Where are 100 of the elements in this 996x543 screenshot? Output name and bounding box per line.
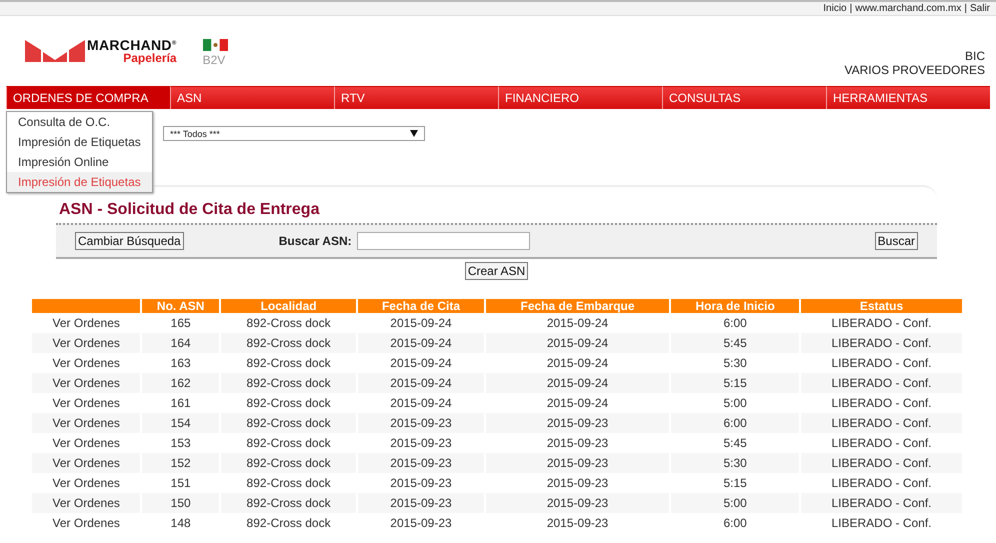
table-cell-text: 892-Cross dock [246,315,332,332]
table-cell-text: 165 [170,315,192,332]
table-cell: LIBERADO - Conf. [800,493,962,513]
nav-tab[interactable]: ORDENES DE COMPRA [6,86,170,109]
table-cell-text: 2015-09-23 [546,435,610,452]
account-name: BIC [964,49,985,63]
view-orders-link[interactable]: Ver Ordenes [32,313,140,333]
table-cell: 5:15 [671,373,799,393]
provider-select[interactable]: *** Todos *** [163,126,425,141]
account-name: VARIOS PROVEEDORES [844,63,985,77]
table-cell-text: LIBERADO - Conf. [830,355,932,372]
system-label: B2V [202,53,226,67]
view-orders-link[interactable]: Ver Ordenes [32,513,140,533]
table-cell-text: 2015-09-23 [389,435,453,452]
table-cell-text: 2015-09-23 [389,515,453,532]
table-cell-text: LIBERADO - Conf. [830,315,932,332]
table-header: Fecha de Cita [358,299,484,313]
view-orders-link[interactable]: Ver Ordenes [32,413,140,433]
table-cell: 5:30 [671,453,799,473]
table-cell-text: 148 [170,515,192,532]
search-label: Buscar ASN: [278,234,352,248]
table-cell: LIBERADO - Conf. [800,413,962,433]
table-cell: 892-Cross dock [220,493,356,513]
menu-item[interactable]: Consulta de O.C. [7,112,152,132]
table-cell-text: 5:15 [722,475,748,492]
table-header: Hora de Inicio [671,299,799,313]
nav-tab[interactable]: ASN [170,86,334,109]
table-cell-text: 2015-09-24 [546,315,610,332]
view-orders-link[interactable]: Ver Ordenes [32,433,140,453]
table-cell: 892-Cross dock [220,453,356,473]
nav-tab[interactable]: CONSULTAS [662,86,826,109]
table-cell: 150 [142,493,219,513]
caret-icon [410,130,418,137]
table-cell: 2015-09-24 [486,333,670,353]
table-cell-text: 2015-09-24 [546,355,610,372]
menu-item[interactable]: Impresión de Etiquetas [7,132,152,152]
nav-tab[interactable]: HERRAMIENTAS [826,86,990,109]
view-orders-link[interactable]: Ver Ordenes [32,393,140,413]
change-search-button[interactable]: Cambiar Búsqueda [75,232,184,250]
top-link[interactable]: Salir [970,3,990,14]
view-orders-link[interactable]: Ver Ordenes [32,373,140,393]
table-cell: LIBERADO - Conf. [800,333,962,353]
table-cell: 892-Cross dock [220,333,356,353]
view-orders-link[interactable]: Ver Ordenes [32,333,140,353]
table-cell: 892-Cross dock [220,373,356,393]
table-cell: 2015-09-24 [358,373,484,393]
table-cell: 2015-09-23 [486,453,670,473]
table-cell-text: 161 [170,395,192,412]
table-cell-text: 5:45 [722,435,748,452]
table-cell: 2015-09-23 [486,493,670,513]
table-cell-text: 2015-09-23 [389,475,453,492]
menu-item[interactable]: Impresión de Etiquetas [7,172,152,192]
table-cell: 154 [142,413,219,433]
table-cell-text: LIBERADO - Conf. [830,475,932,492]
logo-icon [25,40,85,62]
table-cell-text: 892-Cross dock [246,515,332,532]
table-cell-text: 163 [170,355,192,372]
view-orders-link[interactable]: Ver Ordenes [32,493,140,513]
table-cell: 6:00 [671,413,799,433]
table-cell: 162 [142,373,219,393]
table-cell-text: 2015-09-23 [546,515,610,532]
view-orders-link[interactable]: Ver Ordenes [32,453,140,473]
table-cell-text: LIBERADO - Conf. [830,515,932,532]
table-cell-text: 892-Cross dock [246,395,332,412]
table-header: Fecha de Embarque [486,299,670,313]
table-cell: 2015-09-23 [358,493,484,513]
table-cell-text: 6:00 [722,515,748,532]
table-cell-text: 892-Cross dock [246,355,332,372]
table-cell-text: 5:00 [722,395,748,412]
table-cell: 2015-09-23 [486,413,670,433]
table-cell: 152 [142,453,219,473]
search-field[interactable] [356,232,530,250]
table-cell-text: 2015-09-23 [546,475,610,492]
table-cell: 892-Cross dock [220,413,356,433]
table-cell-text: 2015-09-24 [546,395,610,412]
table-cell-text: 2015-09-24 [389,395,453,412]
create-asn-button[interactable]: Crear ASN [464,262,528,280]
top-link[interactable]: Inicio [823,3,847,14]
nav-tab[interactable]: RTV [334,86,498,109]
view-orders-link[interactable]: Ver Ordenes [32,353,140,373]
table-header: Localidad [220,299,356,313]
search-button[interactable]: Buscar [874,232,918,250]
table-cell: 2015-09-24 [358,333,484,353]
table-header: No. ASN [142,299,219,313]
flag-icon [202,39,228,51]
top-link[interactable]: www.marchand.com.mx [855,3,962,14]
table-cell-text: LIBERADO - Conf. [830,395,932,412]
table-cell-text: 5:30 [722,355,748,372]
link-separator: | [850,3,852,14]
table-cell: 2015-09-23 [358,453,484,473]
table-cell-text: 2015-09-24 [389,315,453,332]
table-cell-text: 892-Cross dock [246,435,332,452]
view-orders-link[interactable]: Ver Ordenes [32,473,140,493]
table-cell: LIBERADO - Conf. [800,453,962,473]
menu-item[interactable]: Impresión Online [7,152,152,172]
table-cell-text: 6:00 [722,315,748,332]
table-cell: LIBERADO - Conf. [800,373,962,393]
brand-name: MARCHAND$^{®}$ [87,38,177,52]
nav-tab[interactable]: FINANCIERO [498,86,662,109]
table-cell-text: 151 [170,475,192,492]
